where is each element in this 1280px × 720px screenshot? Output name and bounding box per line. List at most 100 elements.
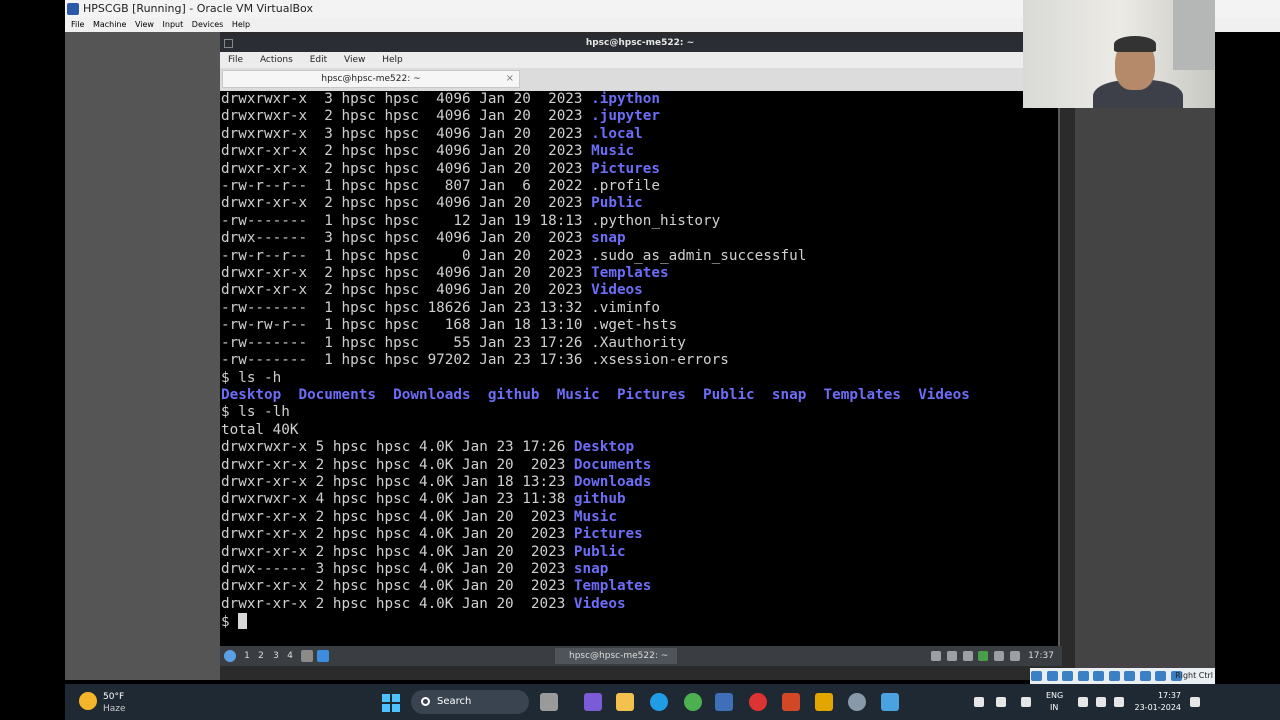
terminal-tab[interactable]: hpsc@hpsc-me522: ~ × [222, 70, 520, 88]
vbox-menu-help[interactable]: Help [232, 18, 250, 32]
edge-icon[interactable] [650, 693, 668, 711]
terminal-line: drwxr-xr-x 2 hpsc hpsc 4.0K Jan 20 2023 … [221, 578, 970, 595]
virtualbox-icon[interactable] [715, 693, 733, 711]
butterfly-icon[interactable] [540, 693, 558, 711]
file-explorer-icon[interactable] [616, 693, 634, 711]
terminal-line-text: drwxr-xr-x 2 hpsc hpsc 4096 Jan 20 2023 [221, 160, 592, 177]
panel-clock[interactable]: 17:37 [1028, 646, 1054, 666]
terminal-line: drwxrwxr-x 3 hpsc hpsc 4096 Jan 20 2023 … [221, 91, 970, 108]
onedrive-icon[interactable] [996, 697, 1006, 707]
taskbar-date[interactable]: 23-01-2024 [1133, 703, 1182, 712]
recording-icon[interactable] [1139, 671, 1151, 681]
settings-icon[interactable] [848, 693, 866, 711]
file-name: .wget-hsts [591, 317, 678, 334]
term-menu-actions[interactable]: Actions [260, 52, 293, 68]
terminal-line: drwxr-xr-x 2 hpsc hpsc 4096 Jan 20 2023 … [221, 161, 970, 178]
term-menu-file[interactable]: File [228, 52, 243, 68]
workspace-2[interactable]: 2 [255, 646, 267, 666]
volume-icon[interactable] [947, 651, 957, 661]
speaker-icon[interactable] [1096, 697, 1106, 707]
terminal-line-text: -rw-rw-r-- 1 hpsc hpsc 168 Jan 18 13:10 [221, 317, 592, 334]
terminal-line-text: -rw------- 1 hpsc hpsc 97202 Jan 23 17:3… [221, 352, 592, 369]
text-cursor [238, 613, 248, 630]
window-menu-icon[interactable] [224, 39, 233, 48]
directory-name: Desktop [573, 439, 635, 456]
network-adapter-icon[interactable] [1077, 671, 1089, 681]
workspace-3[interactable]: 3 [270, 646, 282, 666]
region-label[interactable]: IN [1050, 703, 1058, 712]
network-icon[interactable] [963, 651, 973, 661]
power-icon[interactable] [1010, 651, 1020, 661]
weather-widget[interactable]: 50°F Haze [79, 690, 139, 714]
terminal-line: -rw-r--r-- 1 hpsc hpsc 807 Jan 6 2022 .p… [221, 178, 970, 195]
terminal-line: drwxrwxr-x 3 hpsc hpsc 4096 Jan 20 2023 … [221, 126, 970, 143]
vbox-menu-file[interactable]: File [71, 18, 84, 32]
recorder-icon[interactable] [749, 693, 767, 711]
directory-name: Public [573, 543, 626, 560]
updates-icon[interactable] [978, 651, 988, 661]
wifi-icon[interactable] [1078, 697, 1088, 707]
chrome-icon[interactable] [684, 693, 702, 711]
notification-icon[interactable] [1190, 697, 1200, 707]
display-icon[interactable] [1124, 671, 1136, 681]
display-icon[interactable] [994, 651, 1004, 661]
file-name: .sudo_as_admin_successful [591, 247, 807, 264]
directory-name: snap [573, 560, 609, 577]
webcam-overlay [1023, 0, 1215, 108]
close-icon[interactable]: × [506, 71, 514, 87]
terminal-line-text: -rw------- 1 hpsc hpsc 55 Jan 23 17:26 [221, 334, 592, 351]
terminal-titlebar[interactable]: hpsc@hpsc-me522: ~ [220, 35, 1060, 52]
hdd-icon[interactable] [1031, 671, 1042, 681]
virtualbox-statusbar: Right Ctrl [1030, 668, 1215, 684]
clipboard-icon[interactable] [931, 651, 941, 661]
term-menu-help[interactable]: Help [382, 52, 403, 68]
terminal-line-text: $ ls -lh [221, 404, 290, 421]
vbox-menu-devices[interactable]: Devices [192, 18, 224, 32]
usb-icon[interactable] [1093, 671, 1105, 681]
system-tray: ENG IN 17:37 23-01-2024 [970, 684, 1280, 720]
notepad-icon[interactable] [881, 693, 899, 711]
start-icon[interactable] [382, 694, 400, 712]
optical-drive-icon[interactable] [1046, 671, 1058, 681]
terminal-output[interactable]: drwxrwxr-x 3 hpsc hpsc 4096 Jan 20 2023 … [220, 91, 1060, 646]
directory-name: snap [591, 230, 626, 247]
audio-icon[interactable] [1062, 671, 1074, 681]
taskbar-item-terminal[interactable]: hpsc@hpsc-me522: ~ [555, 648, 677, 664]
vbox-menu-view[interactable]: View [135, 18, 154, 32]
file-manager-icon[interactable] [301, 650, 313, 662]
directory-name: Pictures [573, 526, 643, 543]
terminal-line: -rw------- 1 hpsc hpsc 55 Jan 23 17:26 .… [221, 335, 970, 352]
desktop-icon[interactable] [317, 650, 329, 662]
copilot-icon[interactable] [584, 693, 602, 711]
terminal-line-text: drwxrwxr-x 4 hpsc hpsc 4.0K Jan 23 11:38 [221, 491, 574, 508]
taskbar-time[interactable]: 17:37 [1137, 691, 1181, 700]
shared-folders-icon[interactable] [1108, 671, 1120, 681]
term-menu-edit[interactable]: Edit [310, 52, 327, 68]
terminal-line-text: drwx------ 3 hpsc hpsc 4096 Jan 20 2023 [221, 230, 592, 247]
guest-desktop-right [1075, 108, 1215, 680]
workspace-1[interactable]: 1 [241, 646, 253, 666]
paint-icon[interactable] [815, 693, 833, 711]
whisker-menu-icon[interactable] [224, 650, 236, 662]
terminal-line-text: drwxr-xr-x 2 hpsc hpsc 4.0K Jan 20 2023 [221, 508, 574, 525]
vbox-menu-machine[interactable]: Machine [93, 18, 127, 32]
cpu-icon[interactable] [1155, 671, 1167, 681]
vbox-menu-input[interactable]: Input [163, 18, 184, 32]
term-menu-view[interactable]: View [344, 52, 365, 68]
terminal-line: drwxrwxr-x 4 hpsc hpsc 4.0K Jan 23 11:38… [221, 491, 970, 508]
battery-icon[interactable] [1114, 697, 1124, 707]
terminal-line-text: total 40K [221, 421, 299, 438]
terminal-line-text: -rw------- 1 hpsc hpsc 12 Jan 19 18:13 [221, 212, 592, 229]
directory-name: Music [591, 143, 635, 160]
terminal-line-text: drwxr-xr-x 2 hpsc hpsc 4096 Jan 20 2023 [221, 195, 592, 212]
chevron-up-icon[interactable] [974, 697, 984, 707]
terminal-line: Desktop Documents Downloads github Music… [221, 387, 970, 404]
terminal-line-text: drwxr-xr-x 2 hpsc hpsc 4.0K Jan 20 2023 [221, 543, 574, 560]
taskbar-search[interactable]: Search [411, 690, 529, 714]
powerpoint-icon[interactable] [782, 693, 800, 711]
microphone-icon[interactable] [1021, 697, 1031, 707]
language-label[interactable]: ENG [1046, 691, 1063, 700]
workspace-4[interactable]: 4 [284, 646, 296, 666]
file-name: .viminfo [591, 299, 660, 316]
directory-name: .ipython [591, 91, 660, 107]
